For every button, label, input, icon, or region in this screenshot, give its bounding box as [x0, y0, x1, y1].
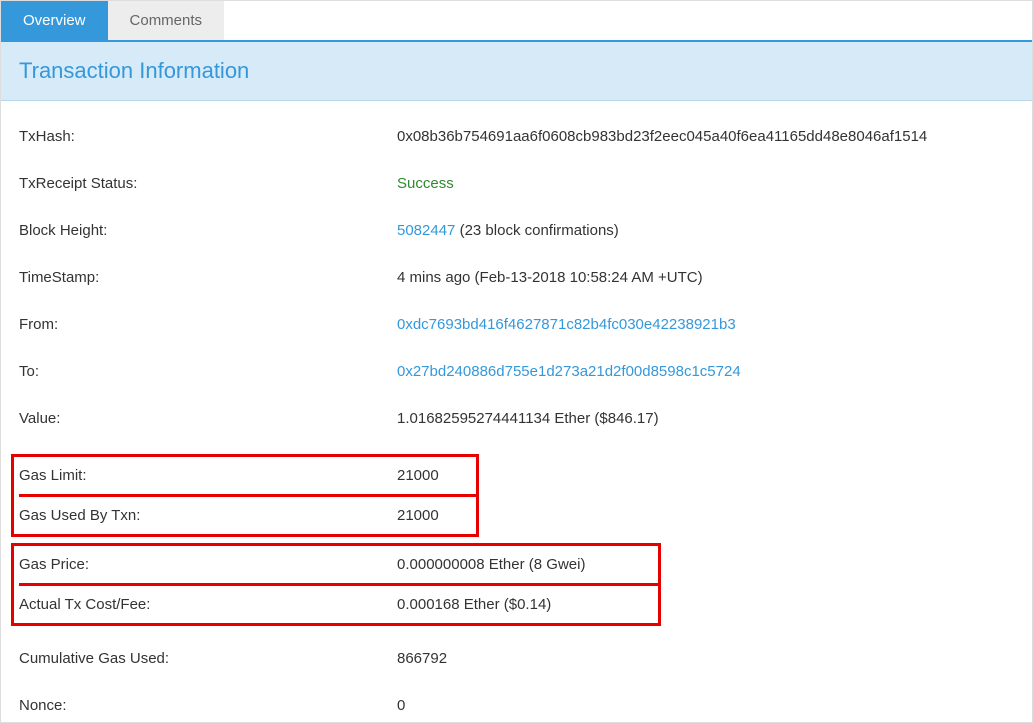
value-txcost: 0.000168 Ether ($0.14) — [397, 596, 658, 613]
value-gasprice: 0.000000008 Ether (8 Gwei) — [397, 556, 658, 573]
row-gaslimit: Gas Limit: 21000 — [19, 457, 476, 494]
value-to: 0x27bd240886d755e1d273a21d2f00d8598c1c57… — [397, 363, 1014, 380]
value-txhash: 0x08b36b754691aa6f0608cb983bd23f2eec045a… — [397, 128, 1014, 145]
label-to: To: — [19, 363, 397, 380]
value-status: Success — [397, 175, 1014, 192]
row-gasused: Gas Used By Txn: 21000 — [19, 494, 476, 534]
row-nonce: Nonce: 0 — [19, 694, 1014, 716]
label-nonce: Nonce: — [19, 697, 397, 714]
tab-bar: Overview Comments — [1, 1, 1032, 42]
transaction-body: TxHash: 0x08b36b754691aa6f0608cb983bd23f… — [1, 101, 1032, 722]
value-cumulative: 866792 — [397, 650, 1014, 667]
label-status: TxReceipt Status: — [19, 175, 397, 192]
label-gaslimit: Gas Limit: — [19, 467, 397, 484]
value-gasused: 21000 — [397, 507, 476, 524]
label-blockheight: Block Height: — [19, 222, 397, 239]
text-confirmations: (23 block confirmations) — [455, 222, 618, 239]
link-blockheight[interactable]: 5082447 — [397, 222, 455, 239]
row-to: To: 0x27bd240886d755e1d273a21d2f00d8598c… — [19, 360, 1014, 382]
label-gasprice: Gas Price: — [19, 556, 397, 573]
tab-overview[interactable]: Overview — [1, 1, 108, 40]
value-value: 1.01682595274441134 Ether ($846.17) — [397, 410, 1014, 427]
tab-comments[interactable]: Comments — [108, 1, 225, 40]
row-cumulative: Cumulative Gas Used: 866792 — [19, 647, 1014, 669]
value-timestamp: 4 mins ago (Feb-13-2018 10:58:24 AM +UTC… — [397, 269, 1014, 286]
label-value: Value: — [19, 410, 397, 427]
row-blockheight: Block Height: 5082447 (23 block confirma… — [19, 219, 1014, 241]
value-blockheight: 5082447 (23 block confirmations) — [397, 222, 1014, 239]
highlight-gas-limit-used: Gas Limit: 21000 Gas Used By Txn: 21000 — [11, 454, 479, 537]
highlight-gas-price-cost: Gas Price: 0.000000008 Ether (8 Gwei) Ac… — [11, 543, 661, 626]
link-from-address[interactable]: 0xdc7693bd416f4627871c82b4fc030e42238921… — [397, 316, 736, 333]
value-gaslimit: 21000 — [397, 467, 476, 484]
value-nonce: 0 — [397, 697, 1014, 714]
row-value: Value: 1.01682595274441134 Ether ($846.1… — [19, 407, 1014, 429]
row-txcost: Actual Tx Cost/Fee: 0.000168 Ether ($0.1… — [19, 583, 658, 623]
label-cumulative: Cumulative Gas Used: — [19, 650, 397, 667]
row-gasprice: Gas Price: 0.000000008 Ether (8 Gwei) — [19, 546, 658, 583]
row-from: From: 0xdc7693bd416f4627871c82b4fc030e42… — [19, 313, 1014, 335]
label-txhash: TxHash: — [19, 128, 397, 145]
panel-header: Transaction Information — [1, 42, 1032, 101]
transaction-panel: Overview Comments Transaction Informatio… — [0, 0, 1033, 723]
value-from: 0xdc7693bd416f4627871c82b4fc030e42238921… — [397, 316, 1014, 333]
row-txhash: TxHash: 0x08b36b754691aa6f0608cb983bd23f… — [19, 125, 1014, 147]
panel-title: Transaction Information — [19, 58, 1014, 84]
label-gasused: Gas Used By Txn: — [19, 507, 397, 524]
row-status: TxReceipt Status: Success — [19, 172, 1014, 194]
label-from: From: — [19, 316, 397, 333]
label-timestamp: TimeStamp: — [19, 269, 397, 286]
row-timestamp: TimeStamp: 4 mins ago (Feb-13-2018 10:58… — [19, 266, 1014, 288]
label-txcost: Actual Tx Cost/Fee: — [19, 596, 397, 613]
link-to-address[interactable]: 0x27bd240886d755e1d273a21d2f00d8598c1c57… — [397, 363, 741, 380]
